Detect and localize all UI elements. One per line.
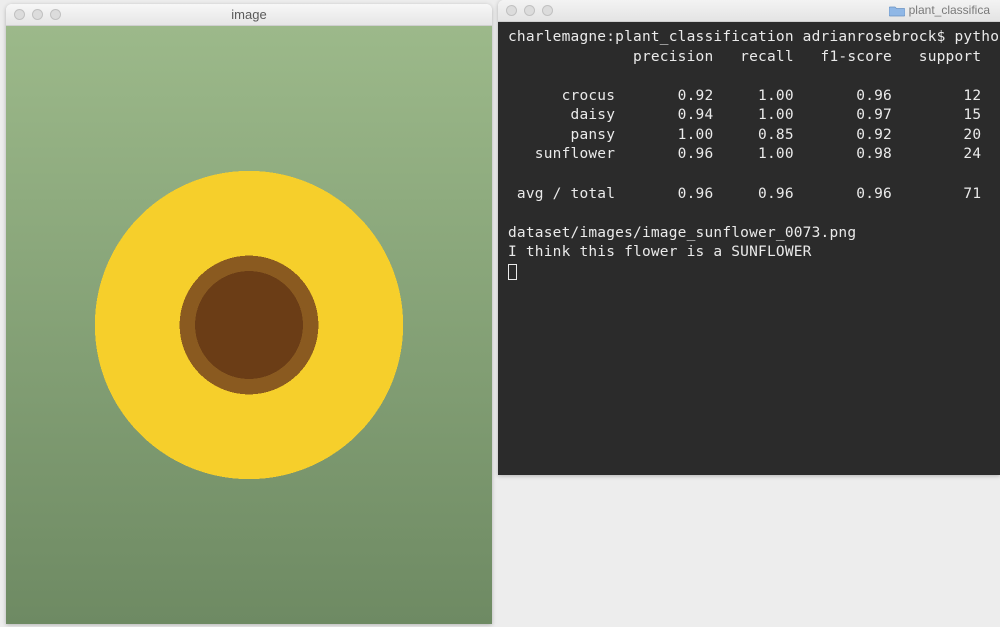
folder-icon — [889, 4, 905, 17]
close-icon[interactable] — [506, 5, 517, 16]
terminal-blank — [508, 204, 990, 224]
zoom-icon[interactable] — [50, 9, 61, 20]
terminal-blank — [508, 67, 990, 87]
terminal-header-line: precision recall f1-score support — [508, 48, 990, 68]
minimize-icon[interactable] — [32, 9, 43, 20]
close-icon[interactable] — [14, 9, 25, 20]
table-row: sunflower 0.96 1.00 0.98 24 — [508, 145, 990, 165]
minimize-icon[interactable] — [524, 5, 535, 16]
terminal-path-line: dataset/images/image_sunflower_0073.png — [508, 224, 990, 244]
terminal-folder-label: plant_classifica — [909, 3, 990, 17]
terminal-prompt-line: charlemagne:plant_classification adrianr… — [508, 28, 990, 48]
terminal-total-line: avg / total 0.96 0.96 0.96 71 — [508, 185, 990, 205]
terminal-content[interactable]: charlemagne:plant_classification adrianr… — [498, 22, 1000, 475]
table-row: crocus 0.92 1.00 0.96 12 — [508, 87, 990, 107]
cursor-icon — [508, 264, 517, 280]
image-window: image — [6, 4, 492, 624]
sunflower-image — [6, 26, 492, 624]
table-row: daisy 0.94 1.00 0.97 15 — [508, 106, 990, 126]
image-window-content — [6, 26, 492, 624]
image-window-titlebar[interactable]: image — [6, 4, 492, 26]
traffic-lights — [14, 9, 61, 20]
terminal-window-titlebar[interactable]: plant_classifica — [498, 0, 1000, 22]
terminal-window: plant_classifica charlemagne:plant_class… — [498, 0, 1000, 475]
terminal-cursor-line — [508, 263, 990, 283]
image-window-title: image — [231, 7, 266, 22]
terminal-titlebar-folder: plant_classifica — [889, 3, 990, 17]
zoom-icon[interactable] — [542, 5, 553, 16]
table-row: pansy 1.00 0.85 0.92 20 — [508, 126, 990, 146]
terminal-blank — [508, 165, 990, 185]
traffic-lights — [506, 5, 553, 16]
terminal-result-line: I think this flower is a SUNFLOWER — [508, 243, 990, 263]
